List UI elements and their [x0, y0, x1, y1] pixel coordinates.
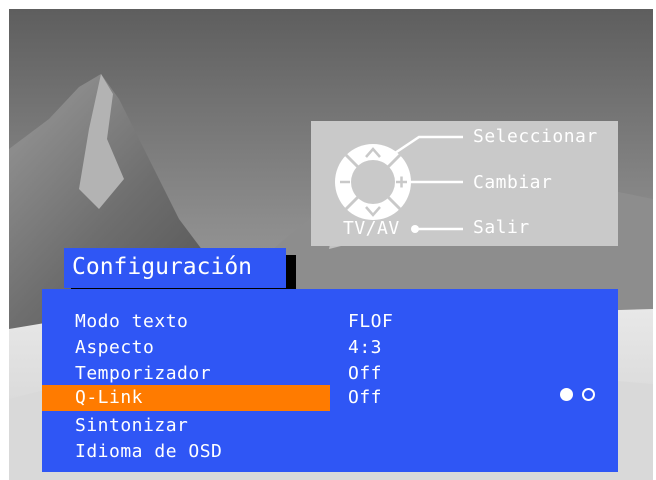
- menu-item-value: FLOF: [348, 311, 394, 332]
- menu-item-label: Idioma de OSD: [75, 441, 223, 462]
- menu-item-label: Sintonizar: [75, 415, 189, 436]
- remote-help-panel: Seleccionar Cambiar Salir TV/AV: [311, 121, 618, 246]
- menu-item-sintonizar[interactable]: Sintonizar: [42, 413, 618, 439]
- menu-item-idioma-osd[interactable]: Idioma de OSD: [42, 439, 618, 465]
- menu-item-label: Modo texto: [75, 311, 189, 332]
- menu-item-value: 4:3: [348, 337, 383, 358]
- menu-item-modo-texto[interactable]: Modo texto FLOF: [42, 309, 618, 335]
- menu-item-label: Temporizador: [75, 363, 212, 384]
- tvav-button-label: TV/AV: [343, 218, 400, 239]
- page-indicator: [560, 388, 600, 404]
- change-hint-label: Cambiar: [473, 172, 553, 193]
- menu-item-temporizador[interactable]: Temporizador Off: [42, 361, 618, 387]
- menu-item-q-link[interactable]: Q-Link Off: [42, 385, 618, 411]
- menu-title: Configuración: [72, 254, 253, 280]
- select-hint-label: Seleccionar: [473, 126, 598, 147]
- tv-screen: Seleccionar Cambiar Salir TV/AV Configur…: [0, 0, 656, 480]
- page-dot-inactive-icon: [582, 388, 595, 401]
- menu-item-label: Q-Link: [75, 387, 144, 408]
- settings-menu-panel: Modo texto FLOF Aspecto 4:3 Temporizador…: [42, 289, 618, 472]
- menu-item-label: Aspecto: [75, 337, 155, 358]
- page-dot-active-icon: [560, 388, 573, 401]
- menu-item-value: Off: [348, 387, 383, 408]
- exit-hint-label: Salir: [473, 217, 530, 238]
- menu-item-value: Off: [348, 363, 383, 384]
- menu-item-aspecto[interactable]: Aspecto 4:3: [42, 335, 618, 361]
